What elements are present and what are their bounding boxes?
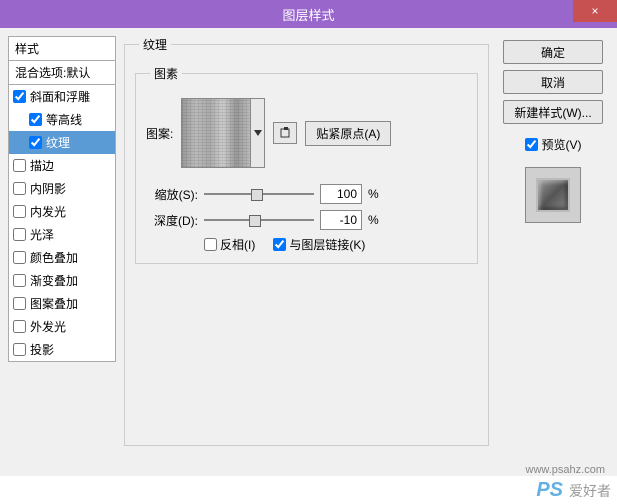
pattern-label: 图案: bbox=[146, 125, 173, 142]
style-checkbox[interactable] bbox=[13, 90, 26, 103]
style-item[interactable]: 投影 bbox=[9, 338, 115, 361]
style-item[interactable]: 渐变叠加 bbox=[9, 269, 115, 292]
scale-slider[interactable] bbox=[204, 187, 314, 201]
pattern-row: 图案: 贴紧原点(A) bbox=[146, 98, 467, 168]
style-checkbox[interactable] bbox=[13, 297, 26, 310]
style-label: 描边 bbox=[30, 157, 54, 174]
new-style-button[interactable]: 新建样式(W)... bbox=[503, 100, 603, 124]
percent-unit: % bbox=[368, 187, 382, 201]
depth-input[interactable] bbox=[320, 210, 362, 230]
style-checkbox[interactable] bbox=[29, 136, 42, 149]
style-item[interactable]: 描边 bbox=[9, 154, 115, 177]
styles-header[interactable]: 样式 bbox=[8, 36, 116, 61]
style-item[interactable]: 图案叠加 bbox=[9, 292, 115, 315]
preview-inner bbox=[536, 178, 570, 212]
cancel-button[interactable]: 取消 bbox=[503, 70, 603, 94]
depth-row: 深度(D): % bbox=[146, 210, 467, 230]
style-label: 内阴影 bbox=[30, 180, 66, 197]
texture-fieldset: 纹理 图素 图案: 贴紧原点(A) bbox=[124, 36, 489, 446]
depth-label: 深度(D): bbox=[146, 212, 198, 229]
style-checkbox[interactable] bbox=[13, 205, 26, 218]
percent-unit: % bbox=[368, 213, 382, 227]
blend-options[interactable]: 混合选项:默认 bbox=[8, 61, 116, 85]
watermark-ps: PS bbox=[536, 479, 563, 502]
watermark: PS 爱好者 bbox=[536, 479, 611, 502]
style-checkbox[interactable] bbox=[29, 113, 42, 126]
style-checkbox[interactable] bbox=[13, 343, 26, 356]
dialog-body: 样式 混合选项:默认 斜面和浮雕等高线纹理描边内阴影内发光光泽颜色叠加渐变叠加图… bbox=[0, 28, 617, 476]
style-label: 投影 bbox=[30, 341, 54, 358]
styles-list: 斜面和浮雕等高线纹理描边内阴影内发光光泽颜色叠加渐变叠加图案叠加外发光投影 bbox=[8, 85, 116, 362]
close-icon: × bbox=[591, 4, 598, 18]
new-preset-button[interactable] bbox=[273, 122, 297, 144]
style-item[interactable]: 等高线 bbox=[9, 108, 115, 131]
style-checkbox[interactable] bbox=[13, 251, 26, 264]
style-label: 等高线 bbox=[46, 111, 82, 128]
close-button[interactable]: × bbox=[573, 0, 617, 22]
style-item[interactable]: 斜面和浮雕 bbox=[9, 85, 115, 108]
check-row: 反相(I) 与图层链接(K) bbox=[204, 236, 467, 253]
style-item[interactable]: 外发光 bbox=[9, 315, 115, 338]
style-checkbox[interactable] bbox=[13, 182, 26, 195]
style-label: 渐变叠加 bbox=[30, 272, 78, 289]
style-label: 内发光 bbox=[30, 203, 66, 220]
style-item[interactable]: 光泽 bbox=[9, 223, 115, 246]
ok-button[interactable]: 确定 bbox=[503, 40, 603, 64]
watermark-url: www.psahz.com bbox=[526, 464, 605, 476]
style-item[interactable]: 内发光 bbox=[9, 200, 115, 223]
invert-checkbox[interactable]: 反相(I) bbox=[204, 236, 255, 253]
style-label: 外发光 bbox=[30, 318, 66, 335]
style-item[interactable]: 纹理 bbox=[9, 131, 115, 154]
snap-origin-button[interactable]: 贴紧原点(A) bbox=[305, 121, 391, 146]
main-area: 纹理 图素 图案: 贴紧原点(A) bbox=[124, 36, 489, 468]
pattern-dropdown-icon[interactable] bbox=[251, 98, 265, 168]
style-item[interactable]: 颜色叠加 bbox=[9, 246, 115, 269]
preview-checkbox[interactable]: 预览(V) bbox=[525, 136, 582, 153]
titlebar: 图层样式 × bbox=[0, 0, 617, 28]
right-panel: 确定 取消 新建样式(W)... 预览(V) bbox=[497, 36, 609, 468]
style-label: 斜面和浮雕 bbox=[30, 88, 90, 105]
dialog-title: 图层样式 bbox=[282, 5, 334, 24]
style-checkbox[interactable] bbox=[13, 159, 26, 172]
depth-slider[interactable] bbox=[204, 213, 314, 227]
elements-fieldset: 图素 图案: 贴紧原点(A) 缩放(S): bbox=[135, 65, 478, 264]
preview-swatch bbox=[525, 167, 581, 223]
style-label: 光泽 bbox=[30, 226, 54, 243]
style-checkbox[interactable] bbox=[13, 274, 26, 287]
style-label: 图案叠加 bbox=[30, 295, 78, 312]
pattern-swatch[interactable] bbox=[181, 98, 251, 168]
style-item[interactable]: 内阴影 bbox=[9, 177, 115, 200]
style-checkbox[interactable] bbox=[13, 228, 26, 241]
scale-label: 缩放(S): bbox=[146, 186, 198, 203]
watermark-cn: 爱好者 bbox=[569, 481, 611, 501]
scale-row: 缩放(S): % bbox=[146, 184, 467, 204]
style-label: 颜色叠加 bbox=[30, 249, 78, 266]
texture-legend: 纹理 bbox=[139, 36, 171, 53]
link-layer-checkbox[interactable]: 与图层链接(K) bbox=[273, 236, 365, 253]
elements-legend: 图素 bbox=[150, 65, 182, 82]
style-checkbox[interactable] bbox=[13, 320, 26, 333]
scale-input[interactable] bbox=[320, 184, 362, 204]
styles-panel: 样式 混合选项:默认 斜面和浮雕等高线纹理描边内阴影内发光光泽颜色叠加渐变叠加图… bbox=[8, 36, 116, 468]
style-label: 纹理 bbox=[46, 134, 70, 151]
